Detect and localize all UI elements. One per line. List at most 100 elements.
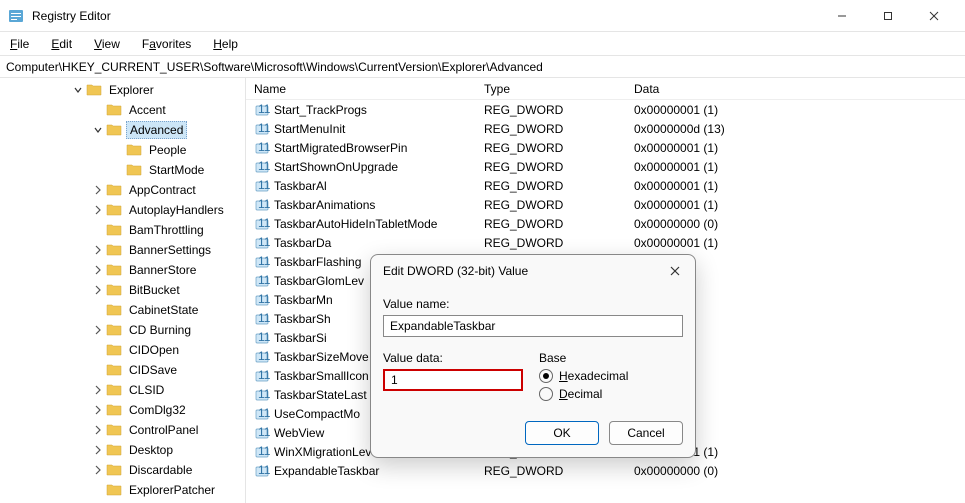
menu-edit[interactable]: Edit (47, 35, 76, 53)
tree-item[interactable]: ExplorerPatcher (0, 480, 245, 500)
col-name[interactable]: Name (246, 82, 476, 96)
value-name: Start_TrackProgs (274, 103, 367, 117)
table-row[interactable]: 110StartMigratedBrowserPinREG_DWORD0x000… (246, 138, 965, 157)
tree-item[interactable]: BamThrottling (0, 220, 245, 240)
value-data-input[interactable] (383, 369, 523, 391)
table-row[interactable]: 110Start_TrackProgsREG_DWORD0x00000001 (… (246, 100, 965, 119)
tree-item[interactable]: ComDlg32 (0, 400, 245, 420)
value-type: REG_DWORD (476, 236, 626, 250)
tree-item[interactable]: StartMode (0, 160, 245, 180)
tree-item[interactable]: Accent (0, 100, 245, 120)
chevron-down-icon[interactable] (72, 84, 84, 96)
menu-view[interactable]: View (90, 35, 124, 53)
chevron-right-icon[interactable] (92, 464, 104, 476)
tree-item[interactable]: BitBucket (0, 280, 245, 300)
tree-item[interactable]: CIDOpen (0, 340, 245, 360)
folder-icon (106, 242, 122, 258)
svg-text:110: 110 (258, 330, 270, 344)
close-button[interactable] (911, 0, 957, 32)
tree-item[interactable]: Discardable (0, 460, 245, 480)
table-row[interactable]: 110TaskbarAutoHideInTabletModeREG_DWORD0… (246, 214, 965, 233)
chevron-right-icon[interactable] (92, 184, 104, 196)
table-row[interactable]: 110TaskbarAlREG_DWORD0x00000001 (1) (246, 176, 965, 195)
svg-text:110: 110 (258, 349, 270, 363)
value-name: TaskbarSmallIcon (274, 369, 369, 383)
tree-item[interactable]: Desktop (0, 440, 245, 460)
table-row[interactable]: 110TaskbarAnimationsREG_DWORD0x00000001 … (246, 195, 965, 214)
value-name: StartMenuInit (274, 122, 345, 136)
folder-icon (106, 462, 122, 478)
address-bar[interactable]: Computer\HKEY_CURRENT_USER\Software\Micr… (0, 56, 965, 78)
tree-item-label: Accent (126, 102, 169, 118)
folder-icon (106, 482, 122, 498)
col-data[interactable]: Data (626, 82, 965, 96)
svg-text:110: 110 (258, 159, 270, 173)
value-name: TaskbarFlashing (274, 255, 361, 269)
radio-hex-label: Hexadecimal (559, 369, 628, 383)
menu-file[interactable]: File (6, 35, 33, 53)
tree-item[interactable]: CabinetState (0, 300, 245, 320)
tree-pane[interactable]: Explorer Accent AdvancedPeopleStartModeApp… (0, 78, 246, 503)
tree-item[interactable]: AppContract (0, 180, 245, 200)
value-name: TaskbarDa (274, 236, 331, 250)
table-row[interactable]: 110ExpandableTaskbarREG_DWORD0x00000000 … (246, 461, 965, 480)
reg-dword-icon: 110 (254, 425, 270, 441)
reg-dword-icon: 110 (254, 159, 270, 175)
chevron-down-icon[interactable] (92, 124, 104, 136)
tree-item[interactable]: BannerSettings (0, 240, 245, 260)
tree-item[interactable]: ControlPanel (0, 420, 245, 440)
tree-item-label: CD Burning (126, 322, 194, 338)
value-type: REG_DWORD (476, 198, 626, 212)
svg-text:110: 110 (258, 387, 270, 401)
svg-text:110: 110 (258, 121, 270, 135)
ok-button[interactable]: OK (525, 421, 599, 445)
tree-item-label: Explorer (106, 82, 157, 98)
value-data: 0x00000000 (0) (626, 217, 965, 231)
chevron-right-icon[interactable] (92, 404, 104, 416)
tree-item[interactable]: People (0, 140, 245, 160)
table-row[interactable]: 110StartShownOnUpgradeREG_DWORD0x0000000… (246, 157, 965, 176)
minimize-button[interactable] (819, 0, 865, 32)
reg-dword-icon: 110 (254, 178, 270, 194)
value-name-input[interactable] (383, 315, 683, 337)
chevron-right-icon[interactable] (92, 384, 104, 396)
tree-item[interactable]: Explorer (0, 80, 245, 100)
tree-item[interactable]: CLSID (0, 380, 245, 400)
chevron-right-icon[interactable] (92, 204, 104, 216)
value-type: REG_DWORD (476, 122, 626, 136)
chevron-right-icon[interactable] (92, 324, 104, 336)
radio-hex[interactable]: Hexadecimal (539, 369, 683, 383)
tree-item[interactable]: AutoplayHandlers (0, 200, 245, 220)
menu-favorites[interactable]: Favorites (138, 35, 195, 53)
folder-icon (106, 382, 122, 398)
tree-item-label: AutoplayHandlers (126, 202, 227, 218)
table-row[interactable]: 110StartMenuInitREG_DWORD0x0000000d (13) (246, 119, 965, 138)
tree-item[interactable]: BannerStore (0, 260, 245, 280)
tree-item[interactable]: Advanced (0, 120, 245, 140)
chevron-right-icon[interactable] (92, 244, 104, 256)
radio-dec[interactable]: Decimal (539, 387, 683, 401)
chevron-right-icon[interactable] (92, 424, 104, 436)
value-data: 0x00000001 (1) (626, 141, 965, 155)
dialog-close-button[interactable] (667, 263, 683, 279)
value-data: 0x00000001 (1) (626, 103, 965, 117)
value-data: 0x00000001 (1) (626, 179, 965, 193)
menu-help[interactable]: Help (209, 35, 242, 53)
tree-item-label: Advanced (126, 121, 187, 139)
value-type: REG_DWORD (476, 464, 626, 478)
value-name: TaskbarGlomLev (274, 274, 364, 288)
maximize-button[interactable] (865, 0, 911, 32)
value-name: StartShownOnUpgrade (274, 160, 398, 174)
chevron-right-icon[interactable] (92, 284, 104, 296)
chevron-right-icon[interactable] (92, 264, 104, 276)
reg-dword-icon: 110 (254, 102, 270, 118)
tree-item-label: Discardable (126, 462, 195, 478)
table-row[interactable]: 110TaskbarDaREG_DWORD0x00000001 (1) (246, 233, 965, 252)
tree-item[interactable]: CIDSave (0, 360, 245, 380)
tree-item[interactable]: CD Burning (0, 320, 245, 340)
chevron-right-icon[interactable] (92, 444, 104, 456)
cancel-button[interactable]: Cancel (609, 421, 683, 445)
col-type[interactable]: Type (476, 82, 626, 96)
tree-item-label: CLSID (126, 382, 167, 398)
tree-item-label: BamThrottling (126, 222, 207, 238)
